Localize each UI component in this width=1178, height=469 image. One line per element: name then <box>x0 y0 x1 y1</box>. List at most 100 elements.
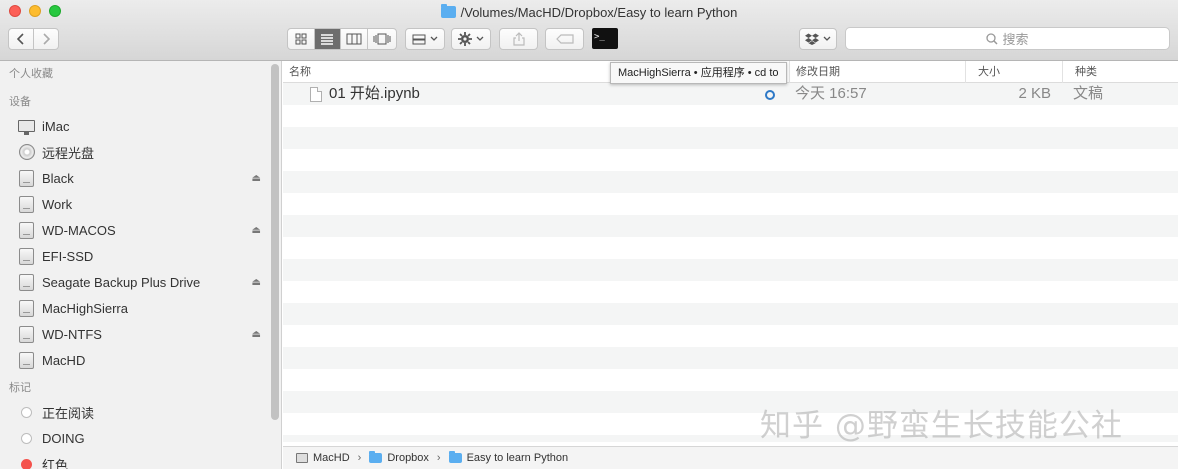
tags-button[interactable] <box>545 28 584 50</box>
file-kind: 文稿 <box>1073 85 1104 102</box>
sidebar-item-device[interactable]: 远程光盘 <box>0 139 281 165</box>
group-by-button[interactable] <box>405 28 445 50</box>
share-button[interactable] <box>499 28 538 50</box>
drive-shape <box>19 325 34 343</box>
gear-icon <box>458 32 472 46</box>
drive-shape <box>19 351 34 369</box>
group-icon <box>412 34 426 44</box>
empty-row <box>283 369 1178 391</box>
sidebar-item-label: Seagate Backup Plus Drive <box>42 274 201 290</box>
disc-icon <box>18 144 35 160</box>
eject-icon[interactable]: ⏏ <box>252 173 261 184</box>
tag-color-icon <box>21 458 32 469</box>
back-button[interactable] <box>9 29 34 49</box>
gallery-view-button[interactable] <box>368 29 396 49</box>
sidebar-section-favorites[interactable]: 个人收藏 <box>0 63 281 85</box>
tag-list: 正在阅读 DOING 红色 <box>0 399 281 469</box>
dropbox-icon <box>805 33 819 45</box>
path-item[interactable]: MacHD <box>296 452 350 464</box>
eject-icon[interactable]: ⏏ <box>252 329 261 340</box>
sidebar-item-label: MacHD <box>42 352 86 368</box>
share-icon <box>512 32 525 46</box>
tag-color-icon <box>21 432 32 444</box>
sidebar-item-label: iMac <box>42 118 70 134</box>
sync-status-icon <box>765 90 775 100</box>
eject-icon[interactable]: ⏏ <box>252 277 261 288</box>
sidebar-item-tag[interactable]: DOING <box>0 425 281 451</box>
empty-row <box>283 193 1178 215</box>
column-view-button[interactable] <box>341 29 368 49</box>
drive-shape <box>19 247 34 265</box>
path-separator-icon: › <box>436 452 441 464</box>
path-item-label: Easy to learn Python <box>466 452 569 464</box>
view-mode-control <box>287 28 397 50</box>
file-list: 名称 修改日期 大小 种类 01 开始.ipynb 今天 16:57 2 KB 文稿 <box>283 61 1178 442</box>
column-header-modified[interactable]: 修改日期 <box>789 61 965 83</box>
sidebar-item-label: Work <box>42 196 73 212</box>
sidebar-section-tags[interactable]: 标记 <box>0 377 281 399</box>
sidebar-item-device[interactable]: Seagate Backup Plus Drive ⏏ <box>0 269 281 295</box>
device-list: iMac 远程光盘 Black ⏏ Work WD-MACOS ⏏ EFI-SSD Seagat… <box>0 113 281 373</box>
sidebar-item-label: 正在阅读 <box>42 405 95 421</box>
sidebar-item-device[interactable]: Work <box>0 191 281 217</box>
sidebar-item-label: EFI-SSD <box>42 248 94 264</box>
terminal-button[interactable]: >_ <box>592 28 618 49</box>
table-row[interactable]: 01 开始.ipynb 今天 16:57 2 KB 文稿 <box>283 83 1178 105</box>
path-bar: MacHD › Dropbox › Easy to learn Python <box>283 446 1178 469</box>
chevron-down-icon <box>430 36 438 41</box>
eject-icon[interactable]: ⏏ <box>252 225 261 236</box>
disc-shape <box>18 144 35 160</box>
file-name: 01 开始.ipynb <box>329 85 420 102</box>
sidebar-item-device[interactable]: WD-NTFS ⏏ <box>0 321 281 347</box>
window-title-text: /Volumes/MacHD/Dropbox/Easy to learn Pyt… <box>460 4 738 20</box>
sidebar-item-device[interactable]: iMac <box>0 113 281 139</box>
forward-button[interactable] <box>34 29 58 49</box>
sidebar-scrollbar[interactable] <box>271 64 279 420</box>
action-button[interactable] <box>451 28 491 50</box>
empty-row <box>283 347 1178 369</box>
list-icon <box>321 34 334 45</box>
folder-icon <box>448 451 462 463</box>
sidebar-item-device[interactable]: MacHD <box>0 347 281 373</box>
tag-color-icon <box>21 406 32 418</box>
terminal-icon: >_ <box>594 32 605 42</box>
path-item-label: MacHD <box>313 452 350 464</box>
column-header-kind[interactable]: 种类 <box>1062 61 1178 83</box>
file-rows: 01 开始.ipynb 今天 16:57 2 KB 文稿 <box>283 83 1178 442</box>
list-view-button[interactable] <box>314 29 342 49</box>
columns-icon <box>346 33 362 45</box>
path-item[interactable]: Dropbox <box>369 451 429 464</box>
column-header-size[interactable]: 大小 <box>965 61 1062 83</box>
empty-row <box>283 149 1178 171</box>
path-separator-icon: › <box>357 452 362 464</box>
sidebar-item-label: 远程光盘 <box>42 145 95 161</box>
search-icon <box>986 32 999 45</box>
chevron-down-icon <box>823 36 831 41</box>
empty-row <box>283 215 1178 237</box>
watermark: 知乎 @野蛮生长技能公社 <box>760 408 1123 444</box>
search-field[interactable]: 搜索 <box>845 27 1170 50</box>
dropbox-button[interactable] <box>799 28 837 50</box>
sidebar-item-tag[interactable]: 红色 <box>0 451 281 469</box>
chevron-left-icon <box>16 33 24 45</box>
icon-view-button[interactable] <box>288 29 315 49</box>
empty-row <box>283 127 1178 149</box>
folder-icon <box>369 451 383 463</box>
drive-shape <box>19 221 34 239</box>
hard-drive-icon <box>296 453 308 463</box>
sidebar-item-device[interactable]: MacHighSierra <box>0 295 281 321</box>
path-item[interactable]: Easy to learn Python <box>448 451 569 464</box>
sidebar-item-tag[interactable]: 正在阅读 <box>0 399 281 425</box>
empty-row <box>283 237 1178 259</box>
path-item-label: Dropbox <box>387 452 429 464</box>
drive-icon <box>18 273 35 291</box>
sidebar-item-device[interactable]: WD-MACOS ⏏ <box>0 217 281 243</box>
sidebar-item-device[interactable]: EFI-SSD <box>0 243 281 269</box>
sidebar-item-label: Black <box>42 170 74 186</box>
sidebar-section-devices[interactable]: 设备 <box>0 91 281 113</box>
drive-icon <box>18 195 35 213</box>
document-icon <box>310 87 322 102</box>
toolbar: /Volumes/MacHD/Dropbox/Easy to learn Pyt… <box>0 0 1178 61</box>
sidebar-item-device[interactable]: Black ⏏ <box>0 165 281 191</box>
chevron-down-icon <box>476 36 484 41</box>
